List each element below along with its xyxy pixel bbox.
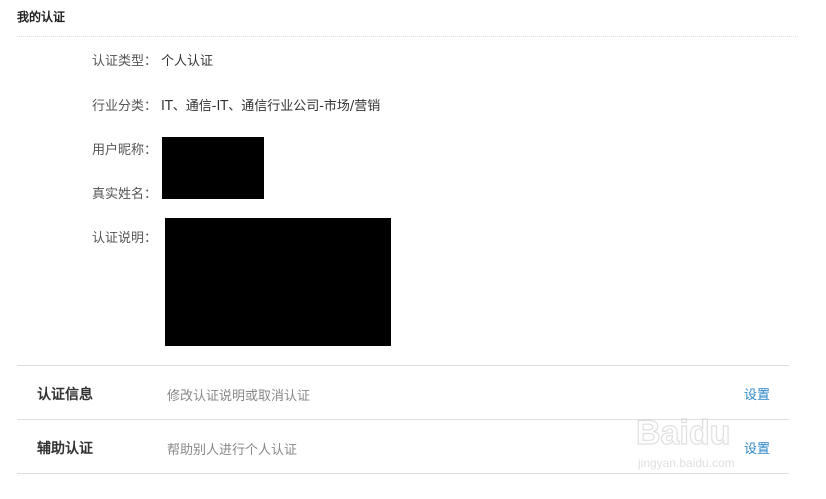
section-title: 我的认证 <box>17 10 66 24</box>
cert-info-settings-link[interactable]: 设置 <box>744 384 770 403</box>
row-divider <box>17 365 789 366</box>
cert-type-value: 个人认证 <box>161 54 214 69</box>
assist-cert-desc: 帮助别人进行个人认证 <box>167 443 298 458</box>
redacted-name-block <box>162 137 264 199</box>
industry-label: 行业分类： <box>92 99 158 114</box>
baidu-watermark: Baidu jingyan.baidu.com <box>635 408 786 480</box>
redacted-desc-block <box>165 218 391 346</box>
assist-cert-title: 辅助认证 <box>37 441 93 457</box>
industry-value: IT、通信-IT、通信行业公司-市场/营销 <box>161 99 381 114</box>
real-name-label: 真实姓名： <box>92 187 158 202</box>
watermark-brand: Baidu <box>635 413 731 452</box>
nickname-label: 用户昵称： <box>92 143 158 158</box>
cert-info-title: 认证信息 <box>37 387 93 403</box>
cert-desc-label: 认证说明： <box>92 231 158 246</box>
cert-type-label: 认证类型： <box>92 54 158 69</box>
cert-info-desc: 修改认证说明或取消认证 <box>167 389 311 404</box>
watermark-url: jingyan.baidu.com <box>638 456 735 470</box>
title-divider <box>17 36 798 37</box>
